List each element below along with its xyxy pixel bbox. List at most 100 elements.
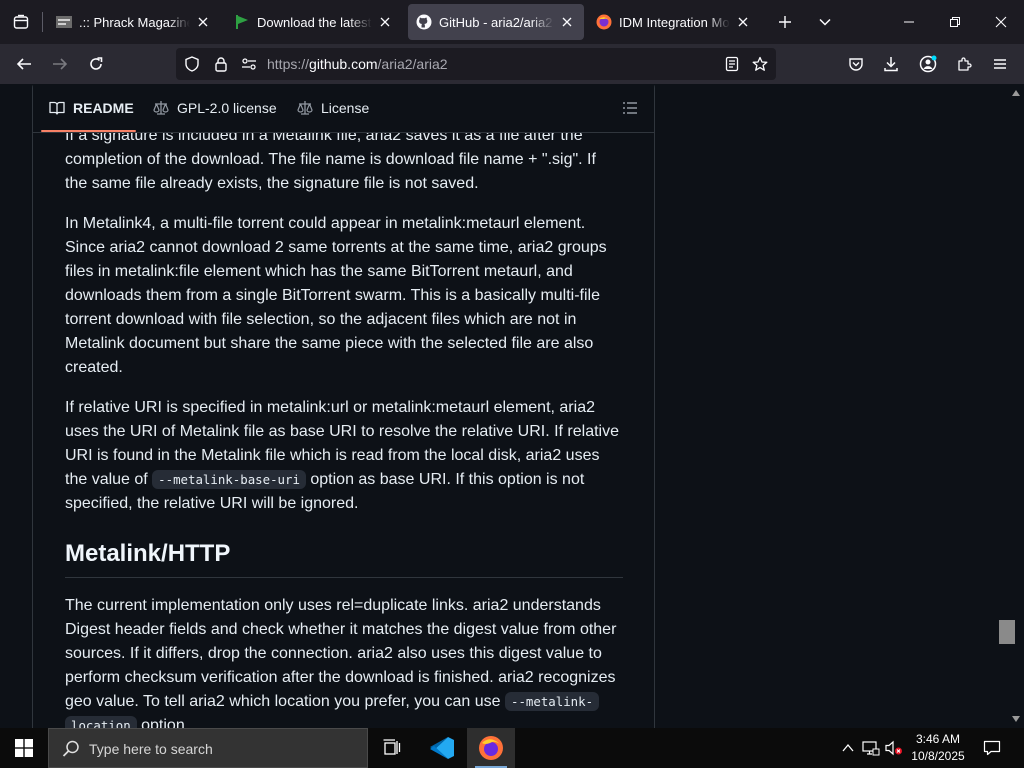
outline-button[interactable] bbox=[620, 98, 640, 118]
minimize-button[interactable] bbox=[886, 0, 932, 44]
readme-tab-bar: README GPL-2.0 license License bbox=[33, 84, 654, 133]
navigation-toolbar: https://github.com/aria2/aria2 bbox=[0, 44, 1024, 84]
text-line: uses the URI of Metalink file as base UR… bbox=[65, 423, 620, 440]
reload-icon bbox=[90, 57, 103, 70]
address-bar[interactable]: https://github.com/aria2/aria2 bbox=[176, 48, 776, 80]
text-fragment: option. bbox=[136, 717, 190, 728]
account-icon bbox=[919, 55, 937, 73]
text-line: location option. bbox=[65, 714, 625, 728]
text-line: The current implementation only uses rel… bbox=[65, 597, 601, 614]
close-icon bbox=[995, 16, 1007, 28]
tab-idm[interactable]: IDM Integration Module bbox=[588, 4, 760, 40]
clock-time: 3:46 AM bbox=[915, 732, 961, 746]
hamburger-menu-icon bbox=[994, 59, 1006, 69]
start-button[interactable] bbox=[0, 728, 48, 768]
text-fragment: geo value. To tell aria2 which location … bbox=[65, 693, 505, 710]
tab-download[interactable]: Download the latest free bbox=[226, 4, 402, 40]
volume-muted-icon[interactable] bbox=[884, 738, 904, 758]
paragraph-relative-uri: If relative URI is specified in metalink… bbox=[65, 396, 625, 516]
text-line: the same file already exists, the signat… bbox=[65, 175, 479, 192]
clock-date: 10/8/2025 bbox=[911, 749, 965, 763]
system-clock[interactable]: 3:46 AM 10/8/2025 bbox=[906, 731, 970, 765]
list-unordered-icon bbox=[623, 102, 637, 114]
permissions-icon[interactable] bbox=[239, 54, 259, 74]
list-all-tabs-button[interactable] bbox=[807, 4, 843, 40]
tab-phrack[interactable]: .:: Phrack Magazine ::. bbox=[48, 4, 220, 40]
tab-license[interactable]: License bbox=[297, 84, 369, 132]
puzzle-icon bbox=[958, 57, 972, 71]
minimize-icon bbox=[904, 21, 914, 23]
url-path: /aria2/aria2 bbox=[377, 56, 448, 72]
inline-code-metalink-base-uri: --metalink-base-uri bbox=[152, 470, 306, 489]
tab-gpl-license[interactable]: GPL-2.0 license bbox=[153, 84, 277, 132]
tab-github[interactable]: GitHub - aria2/aria2: an bbox=[408, 4, 584, 40]
app-menu-button[interactable] bbox=[984, 48, 1016, 80]
notification-center-button[interactable] bbox=[978, 728, 1006, 768]
account-button[interactable] bbox=[912, 48, 944, 80]
chevron-down-icon bbox=[819, 18, 831, 26]
text-line: files in metalink:file element which has… bbox=[65, 263, 573, 280]
downloads-button[interactable] bbox=[875, 48, 907, 80]
reader-view-icon[interactable] bbox=[722, 54, 742, 74]
search-placeholder: Type here to search bbox=[89, 741, 213, 757]
paragraph-metalink-http: The current implementation only uses rel… bbox=[65, 594, 625, 728]
back-button[interactable] bbox=[8, 48, 40, 80]
firefox-view-button[interactable] bbox=[0, 0, 42, 44]
taskbar-search-box[interactable]: Type here to search bbox=[48, 728, 368, 768]
shield-icon[interactable] bbox=[182, 54, 202, 74]
selected-tab-indicator bbox=[41, 130, 136, 132]
plus-icon bbox=[779, 16, 791, 28]
task-view-button[interactable] bbox=[368, 728, 416, 768]
close-tab-icon[interactable] bbox=[558, 13, 576, 31]
close-tab-icon[interactable] bbox=[734, 13, 752, 31]
firefox-view-icon bbox=[13, 14, 29, 29]
law-icon bbox=[153, 100, 169, 116]
text-line: Digest header fields and check whether i… bbox=[65, 621, 617, 638]
law-icon bbox=[297, 100, 313, 116]
close-window-button[interactable] bbox=[978, 0, 1024, 44]
arrow-right-icon bbox=[53, 58, 68, 70]
search-icon bbox=[62, 740, 79, 757]
heading-metalink-http: Metalink/HTTP bbox=[65, 538, 623, 578]
forward-button[interactable] bbox=[44, 48, 76, 80]
network-icon[interactable] bbox=[861, 738, 881, 758]
pocket-button[interactable] bbox=[840, 48, 872, 80]
show-hidden-icons-chevron-up-icon[interactable] bbox=[838, 738, 858, 758]
phrack-favicon-icon bbox=[56, 14, 72, 30]
extensions-button[interactable] bbox=[948, 48, 980, 80]
text-line: the value of --metalink-base-uri option … bbox=[65, 468, 625, 492]
tab-readme[interactable]: README bbox=[49, 84, 134, 132]
url-text[interactable]: https://github.com/aria2/aria2 bbox=[267, 56, 448, 72]
task-view-icon bbox=[383, 739, 401, 755]
vscode-icon bbox=[430, 737, 454, 759]
scroll-up-icon[interactable] bbox=[1011, 88, 1021, 98]
text-line: completion of the download. The file nam… bbox=[65, 151, 596, 168]
download-icon bbox=[884, 57, 898, 72]
reload-button[interactable] bbox=[80, 48, 112, 80]
lock-icon[interactable] bbox=[211, 54, 231, 74]
tab-label: GPL-2.0 license bbox=[177, 100, 277, 116]
bookmark-star-icon[interactable] bbox=[750, 54, 770, 74]
text-line: perform checksum verification after the … bbox=[65, 669, 616, 686]
tab-strip: .:: Phrack Magazine ::. Download the lat… bbox=[0, 0, 1024, 44]
green-flag-favicon-icon bbox=[234, 14, 250, 30]
heading-text: Metalink/HTTP bbox=[65, 540, 231, 567]
page-viewport: If a signature is included in a Metalink… bbox=[0, 84, 1008, 728]
new-tab-button[interactable] bbox=[767, 4, 803, 40]
taskbar-vscode[interactable] bbox=[418, 728, 466, 768]
scrollbar-thumb[interactable] bbox=[999, 620, 1015, 644]
url-protocol: https:// bbox=[267, 56, 310, 72]
text-line: Metalink document but share the same pie… bbox=[65, 335, 594, 352]
restore-button[interactable] bbox=[932, 0, 978, 44]
close-tab-icon[interactable] bbox=[194, 13, 212, 31]
scroll-down-icon[interactable] bbox=[1011, 714, 1021, 724]
arrow-left-icon bbox=[16, 58, 31, 70]
tab-title: IDM Integration Module bbox=[619, 14, 730, 30]
text-line: geo value. To tell aria2 which location … bbox=[65, 690, 625, 714]
taskbar-firefox[interactable] bbox=[467, 728, 515, 768]
tab-label: README bbox=[73, 100, 134, 116]
close-tab-icon[interactable] bbox=[376, 13, 394, 31]
text-line: torrent download with file selection, so… bbox=[65, 311, 577, 328]
text-line: URI is found in the Metalink file which … bbox=[65, 447, 600, 464]
text-line: In Metalink4, a multi-file torrent could… bbox=[65, 215, 586, 232]
